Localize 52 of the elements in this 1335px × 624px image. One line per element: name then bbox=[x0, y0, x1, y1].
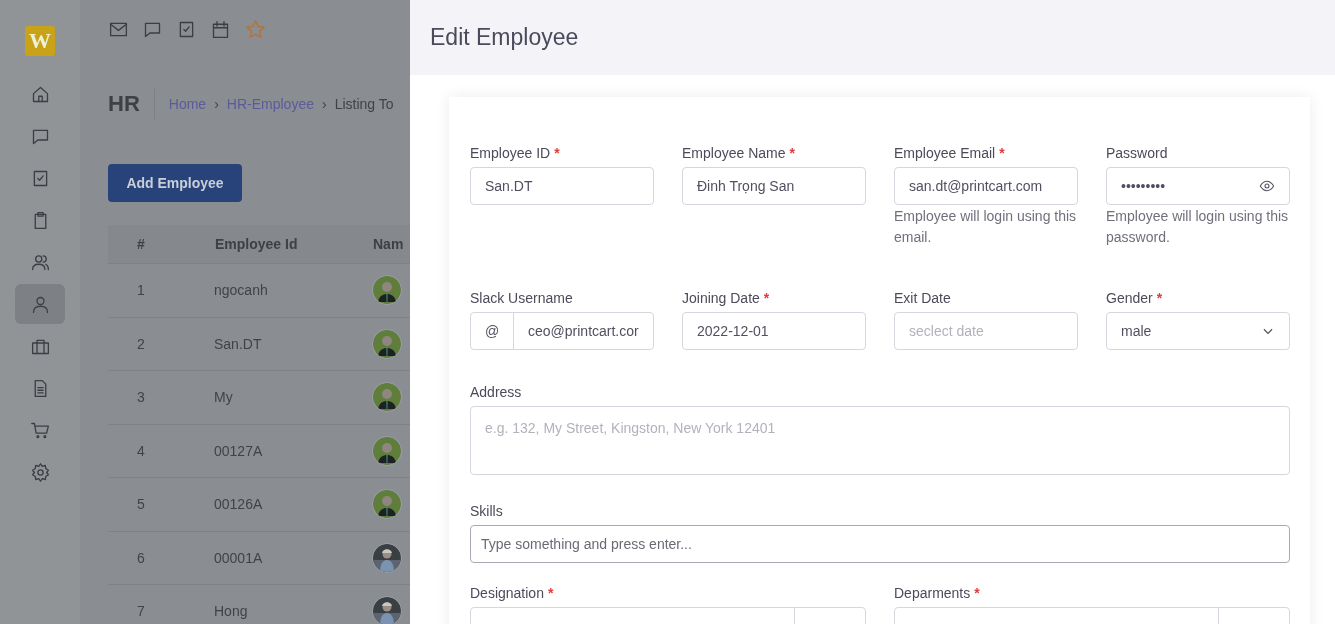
table-cell: 7 bbox=[137, 603, 145, 620]
field-label: Deparments bbox=[894, 585, 971, 602]
page-title: HR bbox=[108, 89, 155, 119]
field-label: Employee ID bbox=[470, 145, 551, 162]
select-field[interactable]: male bbox=[1106, 312, 1290, 350]
required-mark: * bbox=[763, 290, 770, 307]
required-mark: * bbox=[999, 145, 1005, 162]
table-cell: My bbox=[214, 389, 233, 406]
field-label: Gender bbox=[1106, 290, 1153, 307]
breadcrumb-separator: › bbox=[321, 96, 327, 112]
breadcrumb-separator: › bbox=[214, 96, 219, 112]
required-mark: * bbox=[547, 585, 554, 602]
field-label: Address bbox=[470, 384, 522, 401]
column-header: # bbox=[137, 236, 145, 252]
column-header: Employee Id bbox=[215, 236, 298, 252]
table-cell: 2 bbox=[137, 335, 145, 352]
table-cell: 00001A bbox=[214, 549, 263, 566]
table-cell: 4 bbox=[137, 442, 145, 459]
text-field[interactable]: San.DT bbox=[470, 167, 654, 205]
field-label: Employee Name bbox=[682, 145, 786, 162]
table-cell: 00126A bbox=[214, 496, 263, 513]
table-cell: Hong bbox=[214, 603, 248, 620]
field-label: Skills bbox=[470, 503, 503, 520]
breadcrumb-current: Listing To bbox=[334, 96, 394, 112]
required-mark: * bbox=[789, 145, 795, 162]
table-cell: 1 bbox=[137, 282, 145, 299]
required-mark: * bbox=[554, 145, 560, 162]
tag-input-field[interactable]: Type something and press enter... bbox=[470, 525, 1290, 563]
text-field[interactable]: Đinh Trọng San bbox=[682, 167, 866, 205]
drawer-title: Edit Employee bbox=[430, 24, 579, 51]
field-label: Joining Date bbox=[682, 290, 760, 307]
help-text: Employee will login using this email. bbox=[894, 207, 1078, 247]
username-field[interactable]: @ ceo@printcart.cor bbox=[470, 312, 654, 350]
text-field[interactable]: 2022-12-01 bbox=[682, 312, 866, 350]
table-cell: 3 bbox=[137, 389, 145, 406]
required-mark: * bbox=[1156, 290, 1163, 307]
table-cell: 00127A bbox=[214, 442, 263, 459]
text-field[interactable]: san.dt@printcart.com bbox=[894, 167, 1078, 205]
field-label: Password bbox=[1106, 145, 1168, 162]
add-employee-button[interactable]: Add Employee bbox=[108, 164, 242, 202]
required-mark: * bbox=[974, 585, 980, 602]
table-cell: San.DT bbox=[214, 335, 262, 352]
help-text: Employee will login using this password. bbox=[1106, 207, 1290, 247]
field-label: Exit Date bbox=[894, 290, 951, 307]
table-cell: ngocanh bbox=[214, 282, 268, 299]
table-cell: 5 bbox=[137, 496, 145, 513]
field-label: Employee Email bbox=[894, 145, 996, 162]
table-cell: 6 bbox=[137, 549, 145, 566]
column-header: Nam bbox=[373, 236, 404, 252]
field-label: Slack Username bbox=[470, 290, 573, 307]
password-field[interactable]: ••••••••• bbox=[1106, 167, 1290, 205]
field-label: Designation bbox=[470, 585, 544, 602]
